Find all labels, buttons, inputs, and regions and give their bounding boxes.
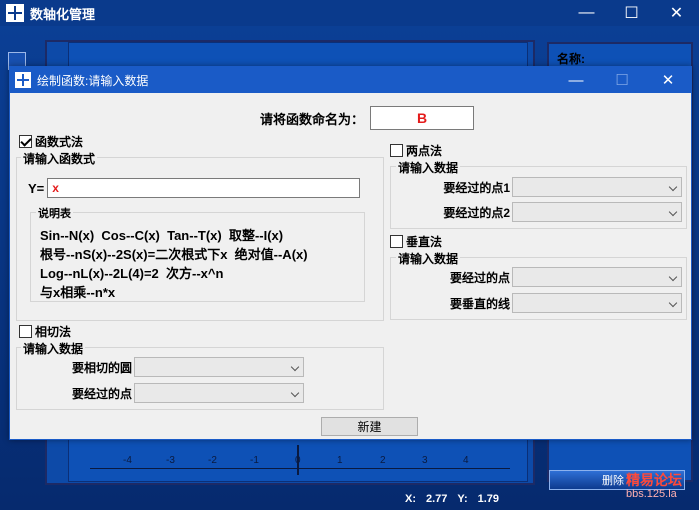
checkbox-unchecked-icon bbox=[19, 325, 32, 338]
perpendicular-point-label: 要经过的点 bbox=[449, 270, 510, 285]
function-name-label: 请将函数命名为： bbox=[260, 111, 365, 127]
perpendicular-line-label: 要垂直的线 bbox=[449, 296, 510, 311]
tangent-circle-select[interactable] bbox=[134, 357, 304, 377]
main-title-bar: 数轴化管理 — ☐ ✕ bbox=[0, 0, 699, 26]
main-minimize-button[interactable]: — bbox=[564, 0, 609, 26]
tangent-point-label: 要经过的点 bbox=[71, 386, 132, 401]
coordinate-readout: X: 2.77 Y: 1.79 bbox=[405, 493, 499, 505]
tangent-point-select[interactable] bbox=[134, 383, 304, 403]
two-point-group-title: 请输入数据 bbox=[396, 159, 461, 176]
x-coord-label: X: bbox=[405, 493, 416, 505]
tangent-point-row: 要经过的点 bbox=[40, 383, 304, 403]
y-label: Y= bbox=[28, 180, 45, 196]
checkbox-unchecked-icon bbox=[390, 235, 403, 248]
legend-title: 说明表 bbox=[36, 205, 73, 221]
legend-line: Log--nL(x)--2L(4)=2 次方--x^n bbox=[40, 266, 224, 281]
two-point-p1-row: 要经过的点1 bbox=[400, 177, 682, 197]
dialog-maximize-button: ☐ bbox=[615, 72, 629, 89]
dialog-minimize-button[interactable]: — bbox=[553, 67, 599, 93]
y-input-row: Y= x bbox=[28, 178, 361, 198]
perpendicular-line-row: 要垂直的线 bbox=[400, 293, 682, 313]
two-point-p1-select[interactable] bbox=[512, 177, 682, 197]
function-name-row: 请将函数命名为： B bbox=[260, 106, 475, 130]
chevron-down-icon bbox=[668, 207, 678, 217]
function-expression-input[interactable]: x bbox=[47, 178, 361, 198]
legend-line: Sin--N(x) Cos--C(x) Tan--T(x) 取整--I(x) bbox=[40, 228, 284, 243]
func-method-label: 函数式法 bbox=[35, 135, 84, 149]
chevron-down-icon bbox=[668, 182, 678, 192]
tangent-group-title: 请输入数据 bbox=[21, 340, 86, 357]
main-maximize-button[interactable]: ☐ bbox=[609, 0, 654, 26]
perpendicular-method-checkbox[interactable]: 垂直法 bbox=[390, 233, 442, 250]
tick-label: 1 bbox=[337, 455, 343, 466]
main-close-button[interactable]: ✕ bbox=[654, 0, 699, 26]
legend-line: 与x相乘--n*x bbox=[40, 285, 116, 300]
tangent-circle-label: 要相切的圆 bbox=[71, 360, 132, 375]
chevron-down-icon bbox=[668, 298, 678, 308]
perpendicular-group-title: 请输入数据 bbox=[396, 250, 461, 267]
tick-label: -1 bbox=[250, 455, 259, 466]
perpendicular-line-select[interactable] bbox=[512, 293, 682, 313]
x-coord-value: 2.77 bbox=[426, 493, 448, 505]
tick-label: 4 bbox=[463, 455, 469, 466]
two-point-p2-select[interactable] bbox=[512, 202, 682, 222]
chevron-down-icon bbox=[290, 362, 300, 372]
two-point-method-checkbox[interactable]: 两点法 bbox=[390, 142, 442, 159]
tangent-method-label: 相切法 bbox=[35, 325, 72, 339]
tick-label: -2 bbox=[208, 455, 217, 466]
two-point-p2-label: 要经过的点2 bbox=[443, 205, 510, 220]
legend-line: 根号--nS(x)--2S(x)=二次根式下x 绝对值--A(x) bbox=[40, 247, 308, 262]
checkbox-checked-icon bbox=[19, 135, 32, 148]
new-button-label: 新建 bbox=[357, 420, 382, 434]
chevron-down-icon bbox=[668, 272, 678, 282]
main-window-title: 数轴化管理 bbox=[30, 6, 96, 22]
function-name-input[interactable]: B bbox=[370, 106, 475, 130]
two-point-p1-label: 要经过的点1 bbox=[443, 180, 510, 195]
two-point-p2-row: 要经过的点2 bbox=[400, 202, 682, 222]
dialog-close-button[interactable]: ✕ bbox=[645, 67, 691, 93]
tick-label: 2 bbox=[380, 455, 386, 466]
side-name-label: 名称: bbox=[557, 52, 585, 66]
y-coord-label: Y: bbox=[457, 493, 468, 505]
delete-button-label: 删除 bbox=[602, 475, 624, 487]
tick-label: 3 bbox=[422, 455, 428, 466]
checkbox-unchecked-icon bbox=[390, 144, 403, 157]
watermark-text: 精易论坛 bbox=[626, 472, 682, 488]
x-axis-ticks: -4 -3 -2 -1 0 1 2 3 4 bbox=[90, 452, 510, 470]
func-method-checkbox[interactable]: 函数式法 bbox=[19, 133, 83, 150]
perpendicular-point-select[interactable] bbox=[512, 267, 682, 287]
dialog-title: 绘制函数:请输入数据 bbox=[37, 73, 149, 88]
func-group-title: 请输入函数式 bbox=[21, 150, 98, 167]
draw-function-dialog: 绘制函数:请输入数据 — ☐ ✕ 请将函数命名为： B 函数式法 请输入函数式 … bbox=[9, 66, 692, 440]
tangent-method-checkbox[interactable]: 相切法 bbox=[19, 323, 71, 340]
axis-cross-icon bbox=[6, 4, 24, 22]
dialog-title-bar: 绘制函数:请输入数据 — ☐ ✕ bbox=[10, 67, 691, 93]
two-point-method-label: 两点法 bbox=[406, 144, 443, 158]
tangent-circle-row: 要相切的圆 bbox=[40, 357, 304, 377]
perpendicular-method-label: 垂直法 bbox=[406, 235, 443, 249]
y-coord-value: 1.79 bbox=[477, 493, 500, 505]
tick-label: -4 bbox=[123, 455, 132, 466]
new-button[interactable]: 新建 bbox=[321, 417, 418, 436]
tick-label: -3 bbox=[166, 455, 175, 466]
perpendicular-point-row: 要经过的点 bbox=[400, 267, 682, 287]
watermark-url: bbs.125.la bbox=[626, 488, 677, 500]
axis-cross-icon bbox=[15, 72, 31, 88]
chevron-down-icon bbox=[290, 388, 300, 398]
tick-label: 0 bbox=[295, 455, 301, 466]
